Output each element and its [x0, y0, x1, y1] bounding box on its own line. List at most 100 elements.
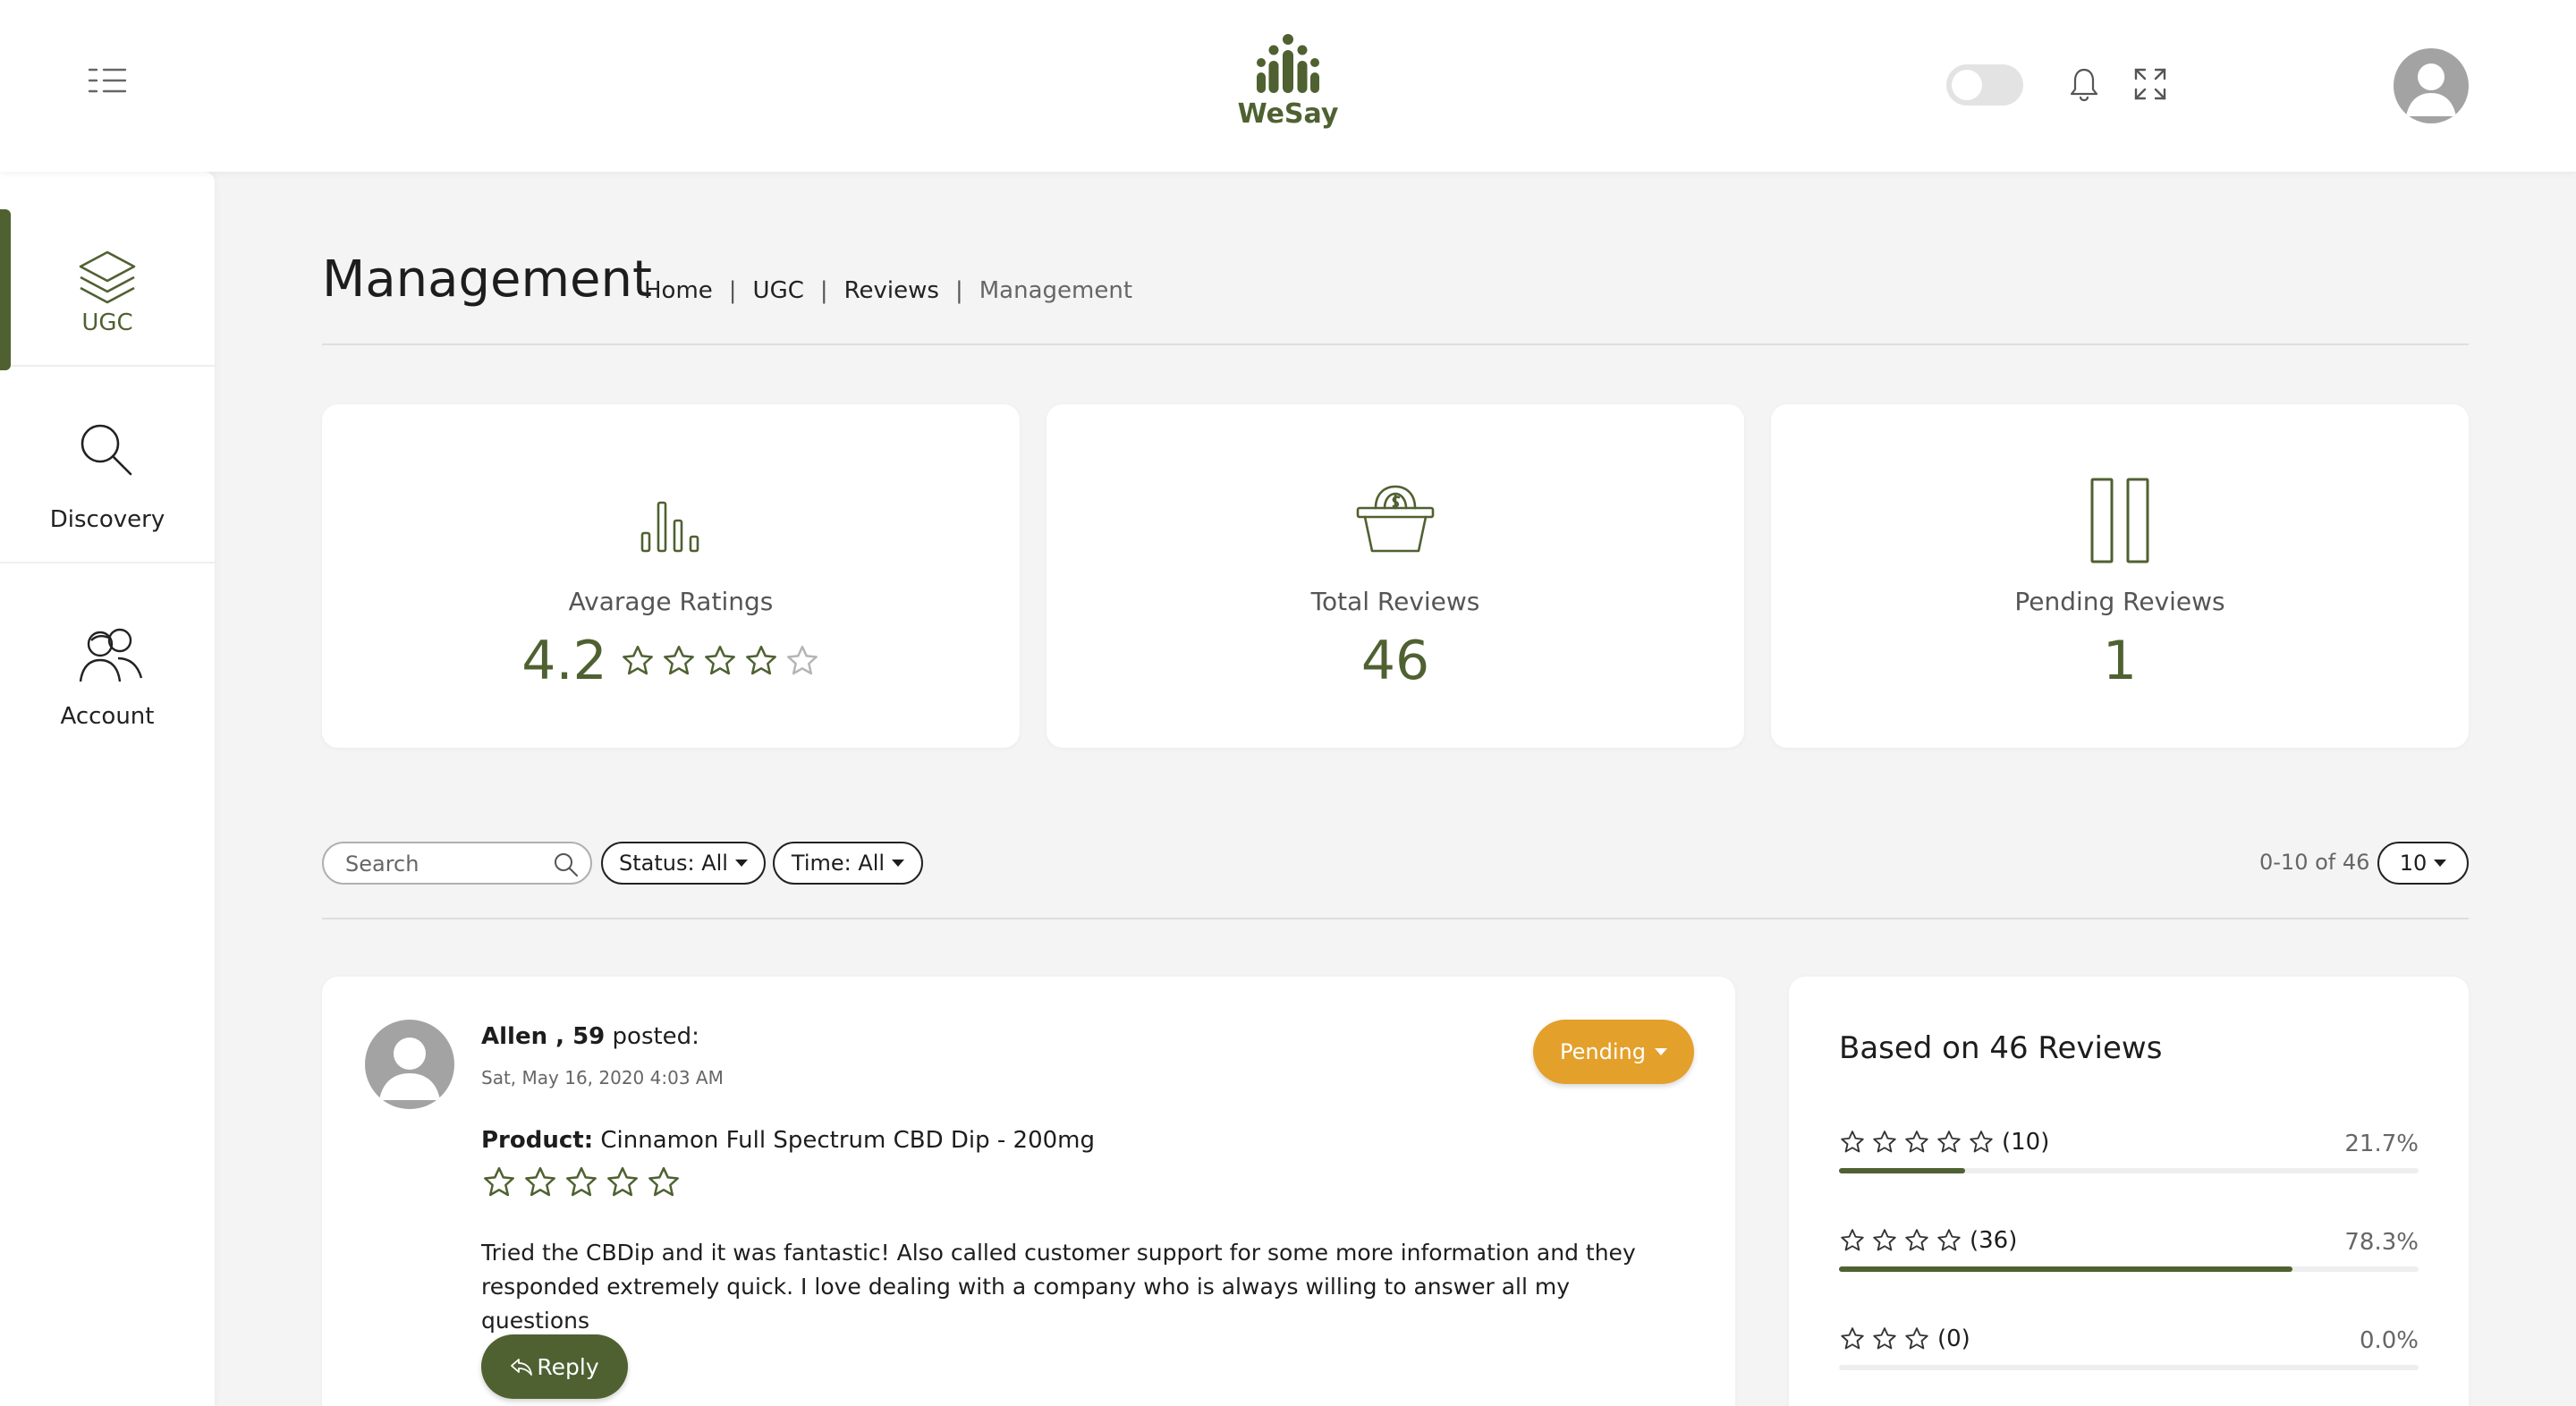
star-icon [1873, 1327, 1896, 1350]
chevron-down-icon [2434, 860, 2447, 867]
review-status-dropdown[interactable]: Pending [1533, 1020, 1694, 1084]
star-icon [1873, 1131, 1896, 1153]
logo-bars-icon [1252, 32, 1324, 97]
breadcrumb-ugc[interactable]: UGC [753, 277, 804, 304]
sidebar-item-label: UGC [81, 309, 133, 336]
reply-label: Reply [537, 1353, 599, 1380]
star-icon [648, 1166, 679, 1197]
distribution-stars [1839, 1227, 1962, 1254]
search-icon[interactable] [553, 851, 580, 878]
layers-icon [75, 247, 140, 311]
distribution-bar-track [1839, 1266, 2419, 1272]
toggle-knob [1952, 70, 1982, 100]
breadcrumb-home[interactable]: Home [644, 277, 713, 304]
stat-card-average-ratings: Avarage Ratings 4.2 [322, 404, 1020, 748]
reviewer-avatar-icon [365, 1020, 454, 1109]
distribution-bar-track [1839, 1168, 2419, 1173]
rating-distribution-row: (0) 0.0% [1839, 1326, 2419, 1388]
distribution-percent: 0.0% [2359, 1327, 2419, 1354]
star-icon [484, 1166, 514, 1197]
chevron-down-icon [892, 860, 905, 867]
sidebar-item-discovery[interactable]: Discovery [0, 368, 215, 563]
star-icon [1905, 1131, 1928, 1153]
sidebar-item-label: Discovery [49, 506, 165, 533]
breadcrumb-separator: | [819, 277, 828, 304]
distribution-label: (0) [1839, 1326, 1970, 1352]
stat-value: 4.2 [521, 630, 607, 692]
stat-label: Avarage Ratings [568, 587, 774, 616]
basket-icon [1354, 481, 1436, 556]
rating-distribution-row: (36) 78.3% [1839, 1227, 2419, 1290]
pause-icon [2089, 476, 2151, 565]
review-rating-stars [481, 1165, 682, 1200]
review-card: Allen , 59 posted: Sat, May 16, 2020 4:0… [322, 977, 1735, 1406]
stat-value: 46 [1360, 630, 1430, 692]
page-size-label: 10 [2399, 851, 2428, 876]
star-icon [704, 645, 735, 675]
reply-arrow-icon [510, 1357, 533, 1376]
page-title: Management [322, 250, 652, 309]
distribution-stars [1839, 1129, 1995, 1156]
summary-title: Based on 46 Reviews [1839, 1030, 2163, 1066]
breadcrumb-current: Management [979, 277, 1133, 304]
rating-stars [620, 643, 820, 679]
chevron-down-icon [734, 860, 748, 867]
distribution-count: (36) [1970, 1227, 2018, 1254]
star-icon [1937, 1131, 1961, 1153]
status-filter-dropdown[interactable]: Status: All [601, 842, 766, 885]
distribution-count: (0) [1937, 1326, 1970, 1352]
review-status-label: Pending [1560, 1039, 1646, 1064]
rating-summary-card: Based on 46 Reviews (10) 21.7% (36) 78.3… [1789, 977, 2469, 1406]
distribution-stars [1839, 1326, 1930, 1352]
rating-distribution-row: (10) 21.7% [1839, 1129, 2419, 1191]
star-icon [1841, 1327, 1864, 1350]
star-icon [1970, 1131, 1993, 1153]
user-avatar-icon[interactable] [2394, 48, 2469, 123]
average-rating-row: 4.2 [322, 630, 1020, 692]
product-label: Product: [481, 1127, 594, 1154]
sidebar-item-account[interactable]: Account [0, 565, 215, 760]
distribution-percent: 78.3% [2344, 1229, 2419, 1256]
search-box [322, 842, 592, 885]
stat-label: Total Reviews [1310, 587, 1480, 616]
star-icon [745, 645, 776, 675]
stat-label: Pending Reviews [2014, 587, 2225, 616]
breadcrumb-separator: | [728, 277, 737, 304]
stat-value: 1 [2102, 630, 2138, 692]
users-icon [75, 623, 143, 687]
star-icon [622, 645, 653, 675]
breadcrumb-reviews[interactable]: Reviews [844, 277, 939, 304]
star-icon [525, 1166, 555, 1197]
review-author: Allen , 59 posted: [481, 1023, 699, 1050]
distribution-bar-fill [1839, 1266, 2293, 1272]
review-date: Sat, May 16, 2020 4:03 AM [481, 1067, 724, 1088]
search-input[interactable] [345, 851, 542, 877]
top-header: WeSay [0, 0, 2576, 172]
brand-name: WeSay [1237, 98, 1339, 130]
sidebar-item-ugc[interactable]: UGC [0, 172, 215, 370]
distribution-label: (36) [1839, 1227, 2017, 1254]
time-filter-label: Time: All [791, 851, 886, 876]
reviewer-name: Allen , 59 [481, 1023, 606, 1050]
product-name: Cinnamon Full Spectrum CBD Dip - 200mg [593, 1127, 1095, 1154]
stat-card-total-reviews: Total Reviews 46 [1046, 404, 1744, 748]
breadcrumb: Home | UGC | Reviews | Management [644, 277, 1132, 304]
expand-icon[interactable] [2132, 66, 2168, 102]
distribution-count: (10) [2002, 1129, 2050, 1156]
reply-button[interactable]: Reply [481, 1334, 628, 1399]
theme-toggle[interactable] [1946, 64, 2023, 106]
star-icon [1841, 1229, 1864, 1251]
breadcrumb-separator: | [954, 277, 963, 304]
brand-logo[interactable]: WeSay [1234, 32, 1342, 130]
divider [322, 918, 2469, 919]
star-icon [663, 645, 694, 675]
list-menu-icon[interactable] [86, 63, 132, 98]
distribution-label: (10) [1839, 1129, 2049, 1156]
sidebar-item-label: Account [60, 703, 155, 730]
star-icon [1873, 1229, 1896, 1251]
divider [322, 343, 2469, 345]
star-icon [1841, 1131, 1864, 1153]
bell-icon[interactable] [2068, 66, 2100, 102]
page-size-dropdown[interactable]: 10 [2377, 842, 2469, 885]
time-filter-dropdown[interactable]: Time: All [773, 842, 923, 885]
